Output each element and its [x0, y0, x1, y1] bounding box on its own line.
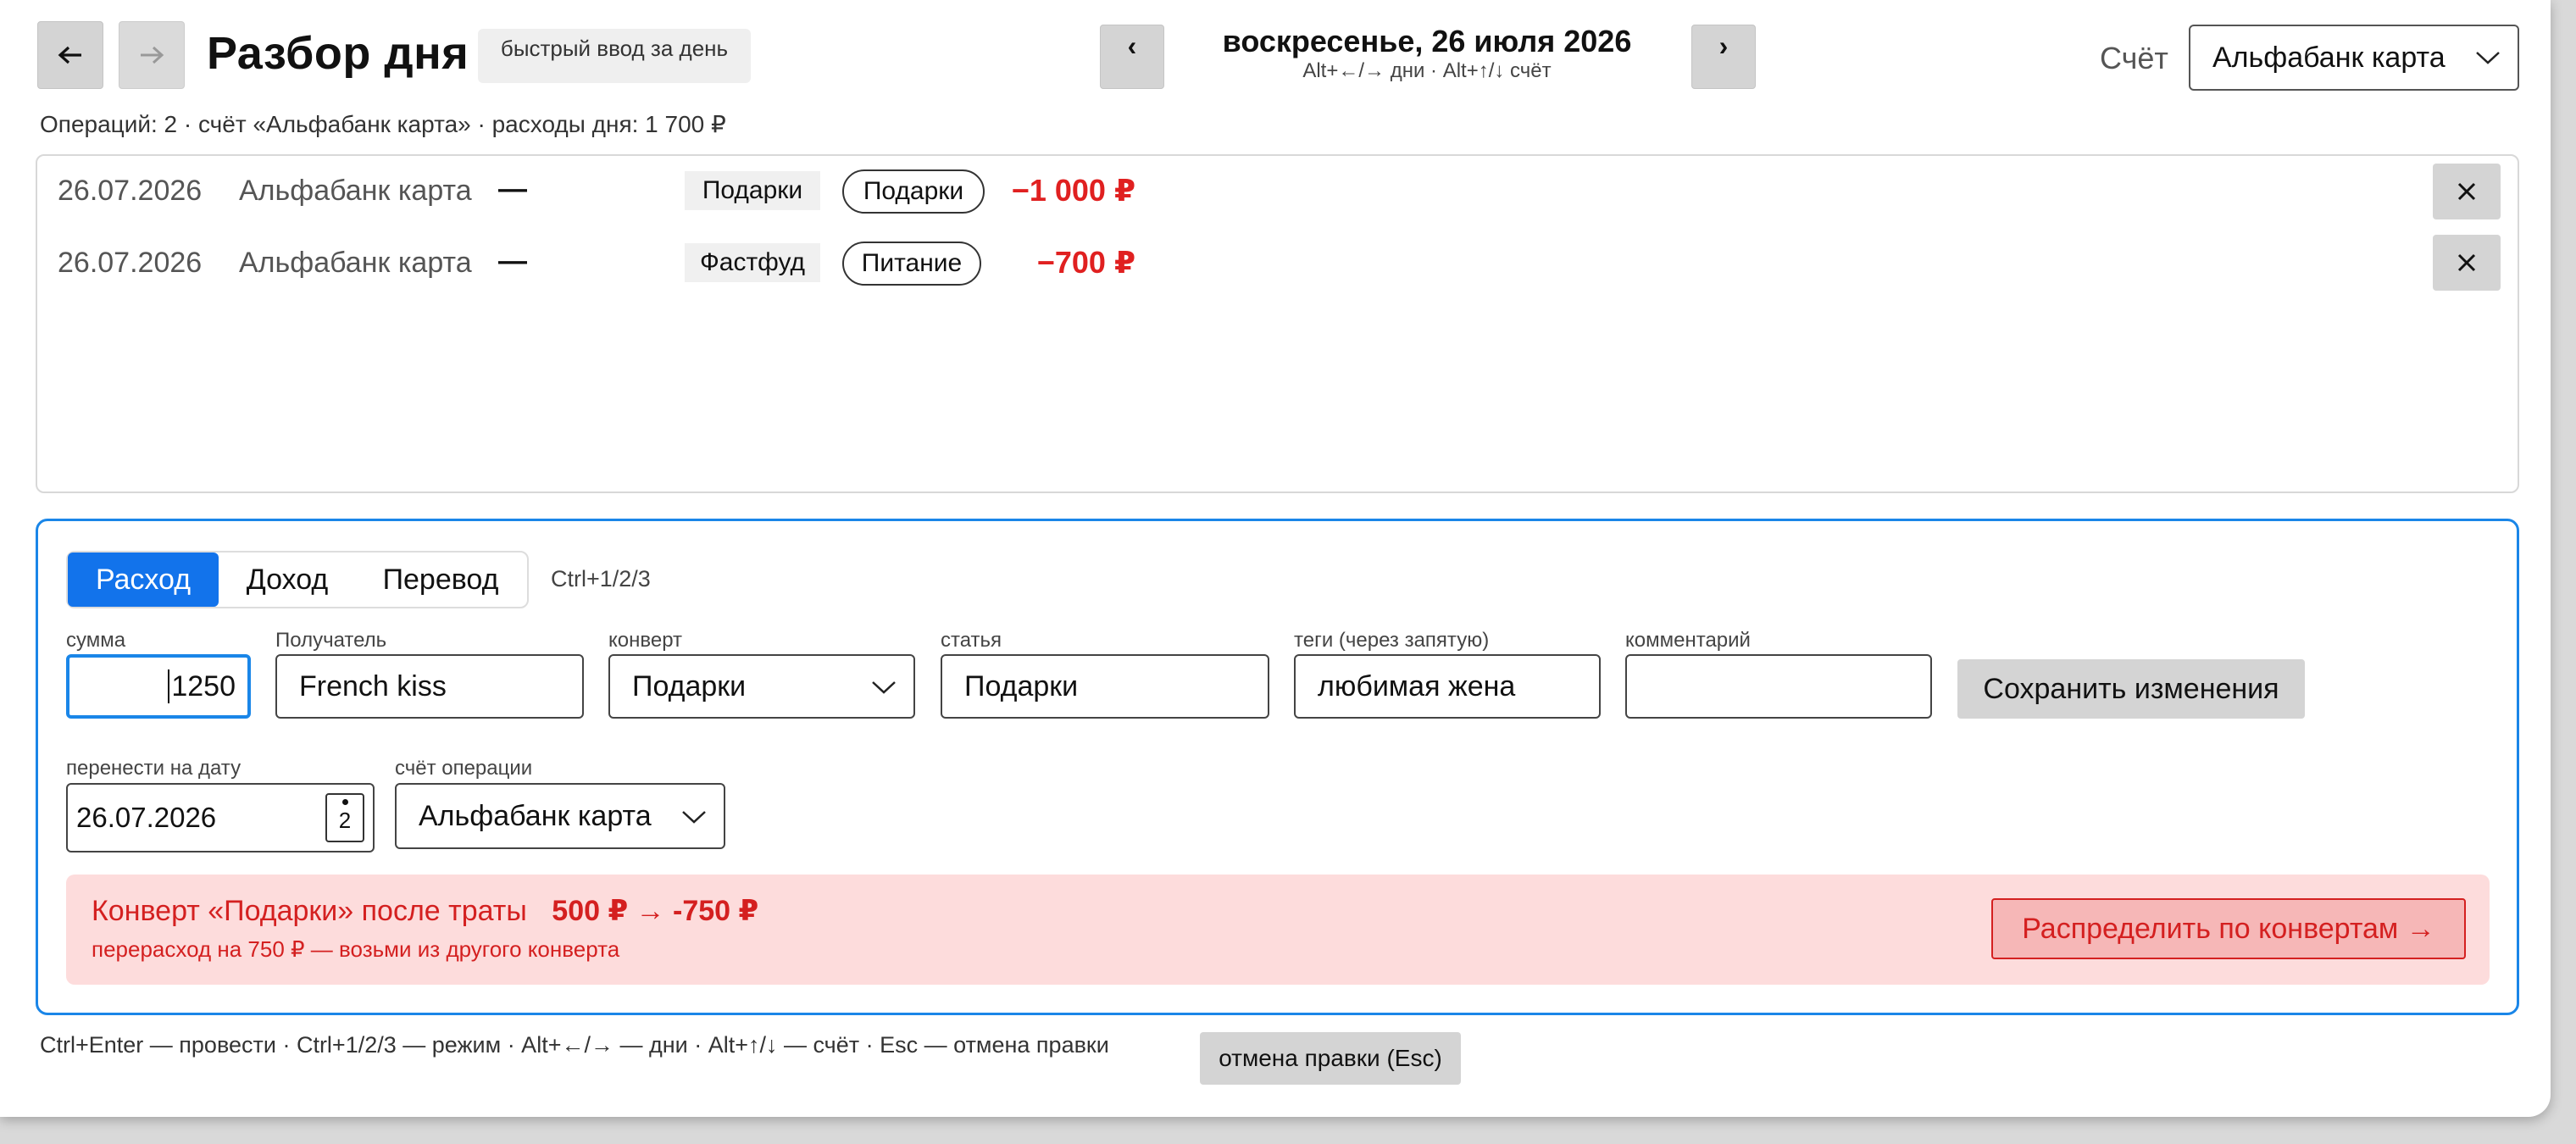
keyboard-hints: Ctrl+Enter — провести · Ctrl+1/2/3 — реж… — [40, 1032, 1109, 1058]
remove-operation-button[interactable] — [2433, 235, 2501, 291]
amount-value: 1250 — [171, 669, 236, 703]
arrow-right-icon — [141, 46, 164, 64]
envelope-tag: Подарки — [685, 171, 820, 210]
distribute-envelopes-button[interactable]: Распределить по конвертам → — [1991, 898, 2466, 959]
comment-input[interactable] — [1625, 654, 1932, 719]
operation-account: Альфабанк карта — [239, 175, 472, 207]
tags-input[interactable]: любимая жена — [1294, 654, 1601, 719]
operation-payee: — — [498, 173, 527, 205]
calendar-day: 2 — [338, 808, 352, 833]
move-date-value: 26.07.2026 — [76, 802, 217, 833]
payee-label: Получатель — [275, 629, 387, 652]
category-pill: Подарки — [842, 169, 985, 214]
calendar-icon[interactable]: 2 — [325, 793, 364, 842]
alert-title-text: Конверт «Подарки» после траты — [92, 895, 527, 927]
operation-payee: — — [498, 245, 527, 277]
alert-balance-change: 500 ₽ → -750 ₽ — [552, 895, 759, 927]
payee-value: French kiss — [299, 669, 447, 703]
chevron-down-icon — [682, 811, 706, 824]
next-day-button[interactable]: › — [1691, 25, 1756, 89]
category-input[interactable]: Подарки — [941, 654, 1269, 719]
tags-value: любимая жена — [1318, 669, 1516, 703]
current-date: воскресенье, 26 июля 2026 — [1222, 24, 1632, 58]
app-window: Разбор дня быстрый ввод за день ‹ воскре… — [0, 0, 2551, 1117]
tags-label: теги (через запятую) — [1294, 629, 1490, 652]
category-pill: Питание — [842, 242, 981, 286]
payee-input[interactable]: French kiss — [275, 654, 584, 719]
chevron-down-icon — [2476, 52, 2500, 64]
mode-income[interactable]: Доход — [222, 553, 353, 607]
date-nav-hint: Alt+←/→ дни · Alt+↑/↓ счёт — [1302, 59, 1552, 82]
envelope-label: конверт — [608, 629, 683, 652]
day-summary: Операций: 2 · счёт «Альфабанк карта» · р… — [40, 111, 726, 137]
move-date-input[interactable]: 26.07.2026 2 — [66, 783, 375, 852]
category-value: Подарки — [964, 669, 1079, 703]
account-select-value: Альфабанк карта — [2212, 41, 2446, 74]
cancel-edit-button[interactable]: отмена правки (Esc) — [1200, 1032, 1461, 1085]
forward-button[interactable] — [119, 21, 185, 89]
remove-operation-button[interactable] — [2433, 164, 2501, 219]
close-icon — [2457, 182, 2476, 201]
op-account-select[interactable]: Альфабанк карта — [395, 783, 725, 849]
mode-transfer[interactable]: Перевод — [356, 553, 525, 607]
op-account-label: счёт операции — [395, 757, 533, 780]
close-icon — [2457, 253, 2476, 272]
page-badge: быстрый ввод за день — [478, 29, 751, 83]
operation-account: Альфабанк карта — [239, 247, 472, 279]
operation-amount: −700 ₽ — [1036, 245, 1135, 280]
operation-amount: −1 000 ₽ — [1011, 173, 1135, 208]
chevron-down-icon — [872, 681, 896, 694]
alert-title: Конверт «Подарки» после траты 500 ₽ → -7… — [92, 894, 758, 928]
envelope-tag: Фастфуд — [685, 243, 820, 282]
envelope-value: Подарки — [632, 669, 747, 703]
alert-subtitle: перерасход на 750 ₽ — возьми из другого … — [92, 936, 620, 962]
comment-label: комментарий — [1625, 629, 1751, 652]
account-label: Счёт — [2100, 41, 2168, 75]
envelope-select[interactable]: Подарки — [608, 654, 915, 719]
category-label: статья — [941, 629, 1002, 652]
mode-expense[interactable]: Расход — [68, 553, 219, 607]
arrow-left-icon — [58, 46, 81, 64]
mode-hint: Ctrl+1/2/3 — [551, 566, 651, 591]
amount-input[interactable]: 1250 — [66, 654, 251, 719]
op-account-value: Альфабанк карта — [419, 799, 652, 832]
text-cursor — [168, 669, 170, 703]
account-select[interactable]: Альфабанк карта — [2189, 25, 2519, 91]
save-changes-button[interactable]: Сохранить изменения — [1957, 659, 2305, 719]
back-button[interactable] — [37, 21, 103, 89]
operation-date: 26.07.2026 — [58, 247, 203, 279]
operation-date: 26.07.2026 — [58, 175, 203, 207]
prev-day-button[interactable]: ‹ — [1100, 25, 1164, 89]
amount-label: сумма — [66, 629, 126, 652]
move-date-label: перенести на дату — [66, 757, 242, 780]
page-title: Разбор дня — [207, 28, 469, 79]
